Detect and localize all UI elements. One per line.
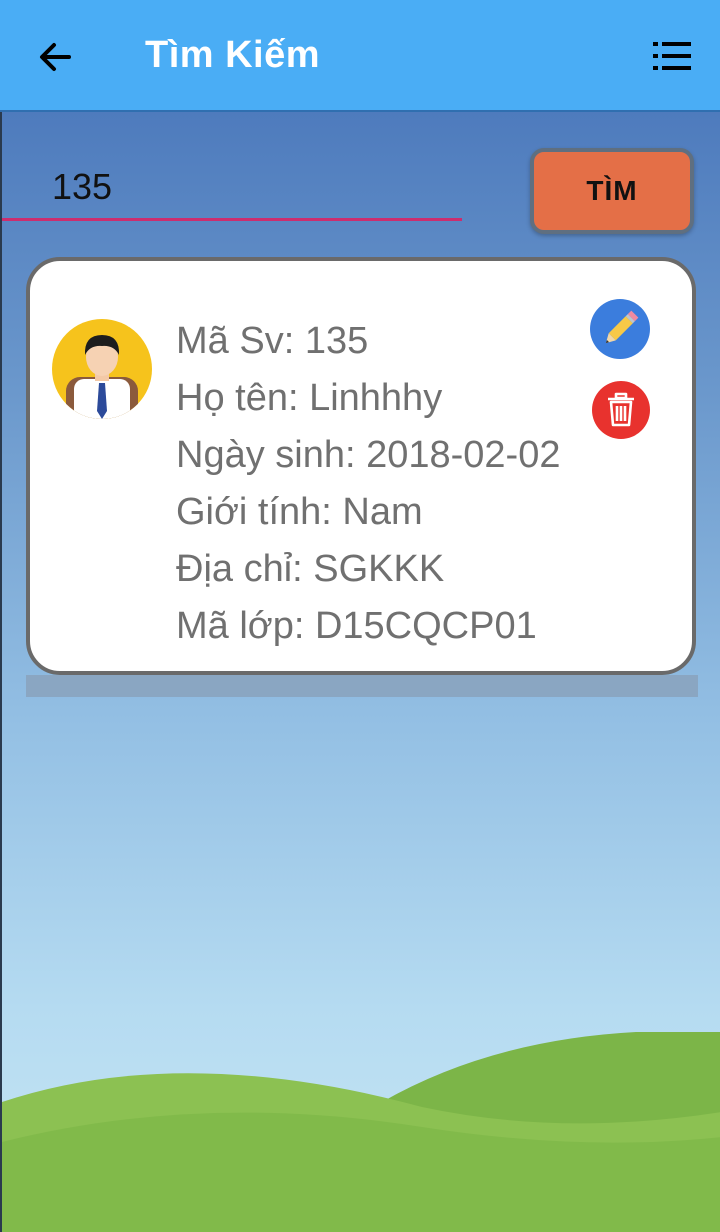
student-info: Mã Sv: 135 Họ tên: Linhhhy Ngày sinh: 20…	[176, 313, 560, 655]
content-area: TÌM Mã Sv: 135 Họ tên: Linhhhy Ngày sinh…	[0, 112, 720, 1232]
hills-background	[2, 1032, 720, 1232]
trash-icon	[608, 392, 634, 427]
student-gender-row: Giới tính: Nam	[176, 491, 423, 533]
search-underline	[2, 218, 462, 221]
search-field[interactable]	[34, 154, 494, 224]
menu-button[interactable]	[650, 36, 694, 76]
back-button[interactable]	[30, 32, 80, 82]
student-avatar-icon	[52, 319, 152, 419]
page-title: Tìm Kiếm	[145, 34, 321, 76]
arrow-left-icon	[40, 43, 71, 71]
student-name-row: Họ tên: Linhhhy	[176, 377, 443, 419]
student-class-row: Mã lớp: D15CQCP01	[176, 605, 537, 647]
search-input[interactable]	[34, 154, 494, 220]
delete-button[interactable]	[592, 381, 650, 439]
student-id-row: Mã Sv: 135	[176, 320, 369, 362]
edit-button[interactable]	[590, 299, 650, 359]
search-button[interactable]: TÌM	[530, 148, 694, 234]
student-card[interactable]: Mã Sv: 135 Họ tên: Linhhhy Ngày sinh: 20…	[26, 257, 696, 675]
list-divider	[26, 675, 698, 697]
student-address-row: Địa chỉ: SGKKK	[176, 548, 445, 590]
app-bar: Tìm Kiếm	[0, 0, 720, 112]
list-menu-icon	[653, 42, 691, 70]
student-dob-row: Ngày sinh: 2018-02-02	[176, 434, 561, 476]
